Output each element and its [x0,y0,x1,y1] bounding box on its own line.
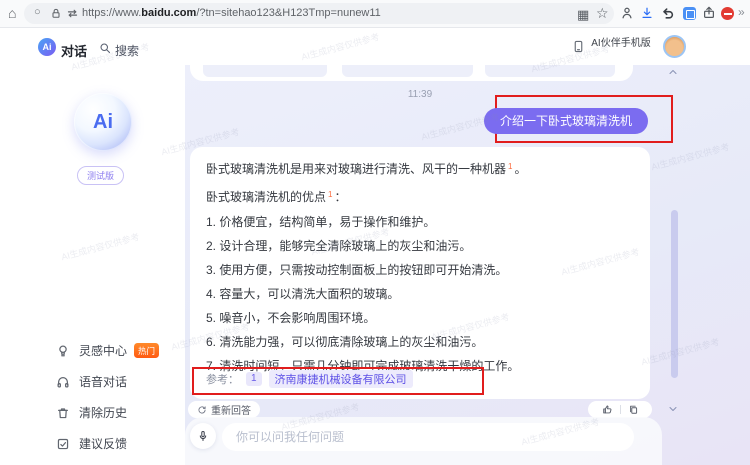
sidebar: Ai 测试版 灵感中心 热门 语音对话 清除历史 建议反馈 [0,65,185,465]
copy-icon[interactable] [628,404,639,415]
chat-main-area: 11:39 介绍一下卧式玻璃清洗机 卧式玻璃清洗机是用来对玻璃进行清洗、风干的一… [185,65,750,465]
annotation-box-reference [192,367,484,395]
chat-input-panel [185,417,662,465]
answer-point: 6. 清洗能力强，可以彻底清除玻璃上的灰尘和油污。 [206,335,484,349]
ai-answer-card: 卧式玻璃清洗机是用来对玻璃进行清洗、风干的一种机器 1。 卧式玻璃清洗机的优点 1：… [190,147,650,399]
qr-code-icon[interactable]: ▦ [577,7,589,23]
suggestion-chip[interactable] [203,65,327,77]
sidebar-item-feedback[interactable]: 建议反馈 [0,428,185,459]
site-info-icon[interactable]: ○ [34,6,41,18]
sidebar-item-label: 建议反馈 [79,437,128,451]
answer-intro: 卧式玻璃清洗机是用来对玻璃进行清洗、风干的一种机器 1。 [206,162,527,176]
page-header: Ai 对话 搜索 AI伙伴手机版 [0,28,750,65]
home-icon[interactable]: ⌂ [8,5,16,21]
answer-points-list: 1. 价格便宜，结构简单，易于操作和维护。 2. 设计合理，能够完全清除玻璃上的… [206,214,634,374]
answer-point: 5. 噪音小，不会影响周围环境。 [206,311,376,325]
sidebar-item-inspiration-center[interactable]: 灵感中心 热门 [0,335,185,366]
scroll-down-icon[interactable] [667,403,679,415]
sidebar-menu: 灵感中心 热门 语音对话 清除历史 建议反馈 [0,335,185,459]
chat-input[interactable] [222,423,634,451]
speed-mode-icon[interactable] [66,7,79,20]
search-icon[interactable] [99,42,111,54]
trash-icon [58,407,68,418]
suggestion-chip[interactable] [485,65,615,77]
phone-icon[interactable] [572,39,585,54]
bookmark-star-icon[interactable]: ☆ [596,5,609,22]
toolbar-overflow-icon[interactable]: » [738,5,745,19]
feedback-icon [57,438,69,449]
address-bar[interactable]: ○ https://www.baidu.com/?tn=sitehao123&H… [24,3,614,24]
answer-point: 3. 使用方便，只需按动控制面板上的按钮即可开始清洗。 [206,263,508,277]
user-avatar[interactable] [663,35,686,58]
share-icon[interactable] [702,6,716,20]
beta-version-badge: 测试版 [77,166,125,185]
undo-icon[interactable] [661,6,675,20]
citation-marker[interactable]: 1 [328,190,332,199]
download-icon[interactable] [640,6,654,20]
citation-marker[interactable]: 1 [508,162,512,171]
microphone-icon [199,430,207,442]
baidu-ai-logo: Ai [38,38,56,56]
feedback-pill [588,401,652,418]
lightbulb-icon [59,344,67,356]
scrollbar-thumb[interactable] [671,210,678,378]
answer-point: 4. 容量大，可以清洗大面积的玻璃。 [206,287,400,301]
pill-divider [619,405,621,414]
scroll-up-icon[interactable] [667,66,679,78]
browser-toolbar: ⌂ ○ https://www.baidu.com/?tn=sitehao123… [0,0,750,28]
mobile-companion-link[interactable]: AI伙伴手机版 [588,38,654,49]
ai-sphere-logo: Ai [74,93,132,151]
adblock-icon[interactable] [721,7,734,20]
answer-point: 1. 价格便宜，结构简单，易于操作和维护。 [206,215,436,229]
thumbs-up-icon[interactable] [602,404,613,415]
sidebar-item-label: 清除历史 [79,406,128,420]
sidebar-item-label: 语音对话 [79,375,128,389]
lock-icon[interactable] [50,7,62,20]
sidebar-item-voice-chat[interactable]: 语音对话 [0,366,185,397]
refresh-icon [198,405,206,413]
regenerate-label: 重新回答 [211,406,251,417]
url-text[interactable]: https://www.baidu.com/?tn=sitehao123&H12… [82,7,381,19]
suggestion-card-clipped [190,65,633,81]
account-sync-icon[interactable] [620,6,634,20]
regenerate-button[interactable]: 重新回答 [188,401,260,418]
headphones-icon [57,376,69,388]
tab-chat[interactable]: 对话 [61,41,87,60]
translate-extension-icon[interactable] [683,7,696,20]
answer-subtitle: 卧式玻璃清洗机的优点 1： [206,190,347,204]
sidebar-item-clear-history[interactable]: 清除历史 [0,397,185,428]
suggestion-chip[interactable] [342,65,473,77]
hot-badge: 热门 [134,343,160,358]
tab-search[interactable]: 搜索 [115,42,139,59]
user-message-bubble[interactable]: 介绍一下卧式玻璃清洗机 [483,108,648,134]
microphone-button[interactable] [190,423,216,449]
app-window: ⌂ ○ https://www.baidu.com/?tn=sitehao123… [0,0,750,465]
answer-point: 2. 设计合理，能够完全清除玻璃上的灰尘和油污。 [206,239,472,253]
sidebar-item-label: 灵感中心 [79,344,128,358]
